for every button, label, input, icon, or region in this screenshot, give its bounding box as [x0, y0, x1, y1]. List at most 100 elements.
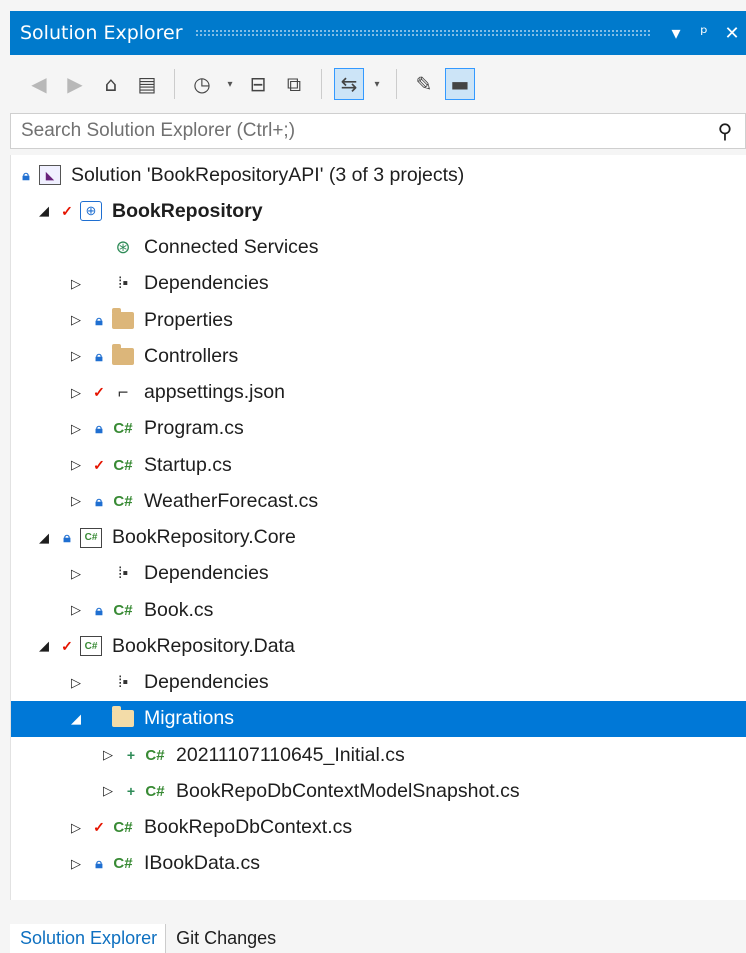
preview-selected-items-icon[interactable]: ▬	[445, 68, 475, 100]
filter-dropdown-icon[interactable]: ▾	[223, 68, 237, 100]
toolbar-separator	[174, 69, 175, 99]
dependencies-icon: ⁞▪	[110, 272, 136, 296]
tree-node[interactable]: ▷ + C# 20211107110645_Initial.cs	[11, 737, 746, 773]
web-project-icon: ⊕	[78, 199, 104, 223]
collapsed-arrow-icon[interactable]: ▷	[69, 675, 83, 691]
close-icon[interactable]: ✕	[718, 19, 746, 47]
forward-icon[interactable]: ▶	[60, 68, 90, 100]
tab-solution-explorer[interactable]: Solution Explorer	[10, 924, 166, 953]
tree-node-label: Book.cs	[144, 598, 214, 621]
tree-node[interactable]: ▷ 🔒︎ Controllers	[11, 338, 746, 374]
json-file-icon: ⌐	[110, 381, 136, 405]
dependencies-icon: ⁞▪	[110, 671, 136, 695]
csharp-file-icon: C#	[110, 453, 136, 477]
collapsed-arrow-icon[interactable]: ▷	[69, 276, 83, 292]
collapsed-arrow-icon[interactable]: ▷	[69, 602, 83, 618]
tree-node[interactable]: ▷ 🔒︎ C# IBookData.cs	[11, 846, 746, 882]
search-input[interactable]	[11, 120, 705, 142]
toolbar-separator	[321, 69, 322, 99]
expanded-arrow-icon[interactable]: ◢	[37, 638, 51, 654]
tree-node-label: Connected Services	[144, 236, 319, 258]
collapsed-arrow-icon[interactable]: ▷	[69, 566, 83, 582]
solution-icon: ◣	[37, 163, 63, 187]
pending-add-icon: +	[126, 747, 136, 763]
open-folder-icon	[110, 706, 136, 731]
tree-node[interactable]: ▷ ✓ C# BookRepoDbContext.cs	[11, 810, 746, 846]
csharp-file-icon: C#	[110, 816, 136, 840]
tree-node[interactable]: ▷ ⁞▪ Dependencies	[11, 556, 746, 592]
csharp-file-icon-glyph: C#	[113, 819, 133, 836]
tree-node-label: Solution 'BookRepositoryAPI' (3 of 3 pro…	[71, 163, 465, 186]
csharp-file-icon-glyph: C#	[113, 420, 133, 438]
tree-node-label: appsettings.json	[144, 381, 285, 403]
home-icon[interactable]: ⌂	[96, 68, 126, 100]
tree-node[interactable]: ▷ ⁞▪ Dependencies	[11, 266, 746, 302]
search-icon[interactable]: ⚲	[705, 119, 745, 143]
switch-views-icon[interactable]: ▤	[132, 68, 162, 100]
tree-node-label: Migrations	[144, 707, 234, 730]
checked-in-lock-icon: 🔒︎	[95, 347, 103, 364]
tree-node[interactable]: ◢ ✓ ⊕ BookRepository	[11, 193, 746, 229]
tree-node[interactable]: ▷ 🔒︎ C# Program.cs	[11, 411, 746, 447]
sync-active-document-icon[interactable]: ⇆	[334, 68, 364, 100]
collapsed-arrow-icon[interactable]: ▷	[101, 747, 115, 763]
solution-icon-glyph: ◣	[39, 165, 61, 185]
pending-changes-filter-icon[interactable]: ◷	[187, 68, 217, 100]
title-bar[interactable]: Solution Explorer ▾ ᵖ ✕	[10, 11, 746, 55]
expanded-arrow-icon[interactable]: ◢	[37, 203, 51, 219]
csharp-file-icon-glyph: C#	[113, 492, 133, 510]
tree-node[interactable]: ▷ ✓ ⌐ appsettings.json	[11, 375, 746, 411]
csharp-file-icon-glyph: C#	[113, 456, 133, 474]
collapsed-arrow-icon[interactable]: ▷	[69, 856, 83, 872]
collapsed-arrow-icon[interactable]: ▷	[69, 348, 83, 364]
collapsed-arrow-icon[interactable]: ▷	[69, 385, 83, 401]
tree-node[interactable]: ◢ Migrations	[11, 700, 746, 737]
csharp-file-icon-glyph: C#	[145, 746, 165, 764]
bottom-tab-strip: Solution Explorer Git Changes	[10, 924, 746, 953]
checked-in-lock-icon: 🔒︎	[22, 166, 30, 183]
tree-node-label: Startup.cs	[144, 453, 232, 476]
collapsed-arrow-icon[interactable]: ▷	[69, 820, 83, 836]
checked-in-lock-icon: 🔒︎	[95, 855, 103, 872]
collapse-all-icon[interactable]: ⊟	[243, 68, 273, 100]
collapsed-arrow-icon[interactable]: ▷	[69, 457, 83, 473]
pending-add-icon: +	[126, 783, 136, 800]
tab-git-changes[interactable]: Git Changes	[165, 924, 284, 953]
tree-node[interactable]: ◢ 🔒︎ C# BookRepository.Core	[11, 520, 746, 556]
collapsed-arrow-icon[interactable]: ▷	[69, 493, 83, 509]
tree-node-label: Program.cs	[144, 417, 244, 440]
tree-node-label: WeatherForecast.cs	[144, 489, 319, 512]
drag-grip[interactable]	[194, 29, 650, 37]
csharp-file-icon: C#	[110, 852, 136, 876]
tree-node[interactable]: 🔒︎ ◣ Solution 'BookRepositoryAPI' (3 of 3 …	[11, 157, 746, 193]
folder-icon-glyph	[112, 343, 134, 365]
collapsed-arrow-icon[interactable]: ▷	[69, 312, 83, 328]
properties-wrench-icon[interactable]: ✎	[409, 68, 439, 100]
pin-icon[interactable]: ᵖ	[690, 19, 718, 47]
expanded-arrow-icon[interactable]: ◢	[37, 530, 51, 546]
tree-node[interactable]: ⊛ Connected Services	[11, 230, 746, 266]
expanded-arrow-icon[interactable]: ◢	[69, 711, 83, 727]
csharp-file-icon: C#	[110, 489, 136, 513]
tree-node[interactable]: ▷ ⁞▪ Dependencies	[11, 665, 746, 701]
checked-out-icon: ✓	[61, 202, 73, 219]
tree-node-label: Dependencies	[144, 671, 269, 693]
tree-node[interactable]: ▷ ✓ C# Startup.cs	[11, 447, 746, 483]
sync-dropdown-icon[interactable]: ▾	[370, 68, 384, 100]
tree-node[interactable]: ▷ + C# BookRepoDbContextModelSnapshot.cs	[11, 773, 746, 809]
dependencies-icon: ⁞▪	[110, 562, 136, 586]
back-icon[interactable]: ◀	[24, 68, 54, 100]
tree-node[interactable]: ▷ 🔒︎ C# Book.cs	[11, 592, 746, 628]
window-position-dropdown-icon[interactable]: ▾	[662, 19, 690, 47]
show-all-files-icon[interactable]: ⧉	[279, 68, 309, 100]
folder-icon	[110, 343, 136, 368]
tree-node[interactable]: ▷ 🔒︎ C# WeatherForecast.cs	[11, 483, 746, 519]
collapsed-arrow-icon[interactable]: ▷	[101, 783, 115, 799]
tree-node[interactable]: ◢ ✓ C# BookRepository.Data	[11, 628, 746, 664]
csharp-project-icon: C#	[78, 634, 104, 658]
collapsed-arrow-icon[interactable]: ▷	[69, 421, 83, 437]
tree-node[interactable]: ▷ 🔒︎ Properties	[11, 302, 746, 338]
panel-title: Solution Explorer	[20, 22, 183, 44]
solution-explorer-toolbar: ◀ ▶ ⌂ ▤ ◷ ▾ ⊟ ⧉ ⇆ ▾ ✎ ▬	[10, 58, 746, 110]
csharp-project-icon: C#	[78, 526, 104, 550]
